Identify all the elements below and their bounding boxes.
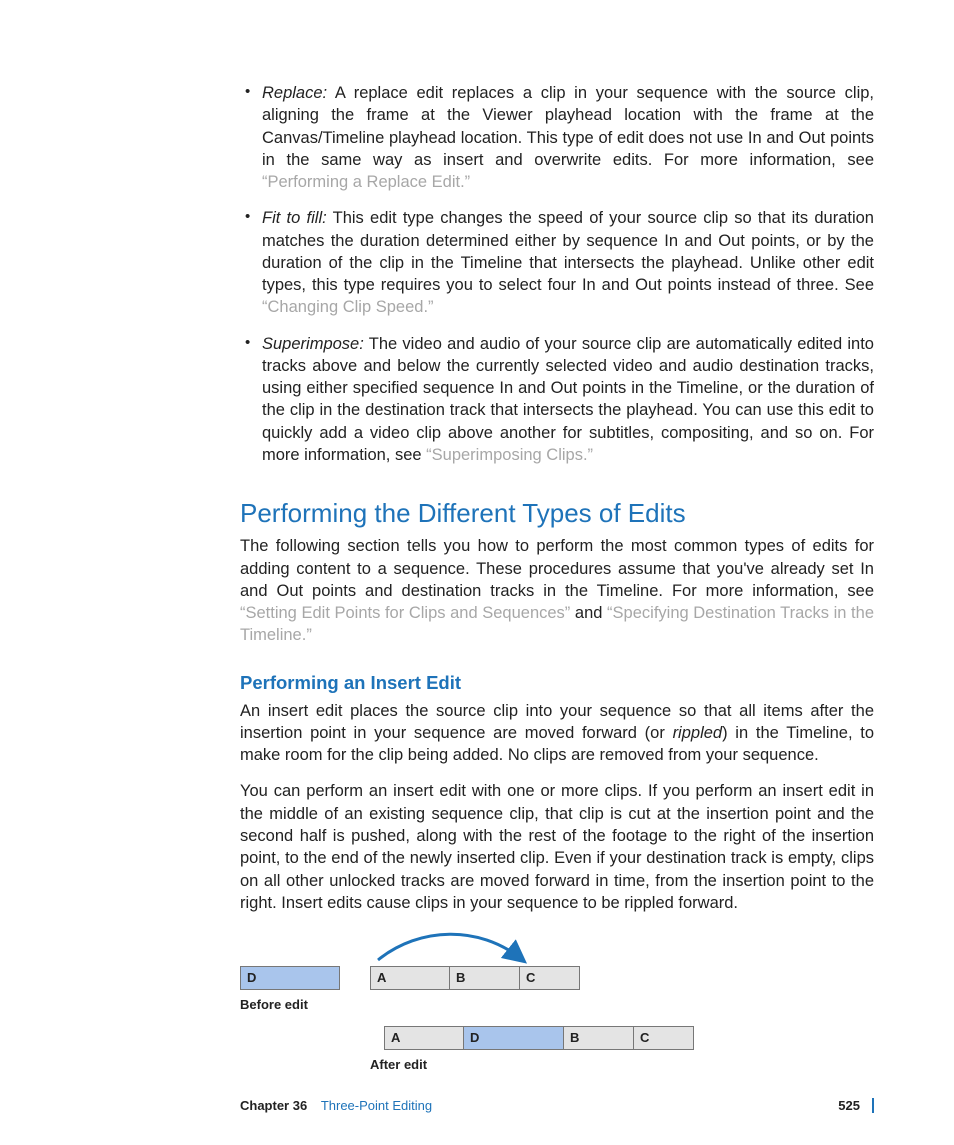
term-fit-to-fill: Fit to fill:: [262, 209, 327, 227]
edit-types-list: Replace: A replace edit replaces a clip …: [240, 82, 874, 466]
sequence-after: A D B C: [384, 1026, 694, 1050]
clip-d: D: [240, 966, 340, 990]
chapter-number: Chapter 36: [240, 1098, 307, 1113]
clip-b: B: [564, 1026, 634, 1050]
insert-paragraph-1: An insert edit places the source clip in…: [240, 700, 874, 767]
term-replace: Replace:: [262, 84, 327, 102]
link-superimposing[interactable]: “Superimposing Clips.”: [426, 446, 593, 464]
list-item: Superimpose: The video and audio of your…: [240, 333, 874, 467]
body-text: and: [570, 604, 607, 622]
section-intro: The following section tells you how to p…: [240, 535, 874, 646]
sequence-before: A B C: [370, 966, 580, 990]
insert-arrow-icon: [370, 930, 630, 966]
body-text: The video and audio of your source clip …: [262, 335, 874, 464]
clip-b: B: [450, 966, 520, 990]
clip-a: A: [384, 1026, 464, 1050]
link-clip-speed[interactable]: “Changing Clip Speed.”: [262, 298, 434, 316]
chapter-name: Three-Point Editing: [321, 1098, 432, 1113]
page-content: Replace: A replace edit replaces a clip …: [240, 82, 874, 1073]
list-item: Replace: A replace edit replaces a clip …: [240, 82, 874, 193]
emphasis-rippled: rippled: [673, 724, 723, 742]
insert-paragraph-2: You can perform an insert edit with one …: [240, 780, 874, 914]
body-text: The following section tells you how to p…: [240, 537, 874, 600]
clip-c: C: [634, 1026, 694, 1050]
arrow-wrap: [370, 930, 630, 966]
list-item: Fit to fill: This edit type changes the …: [240, 207, 874, 318]
page-number: 525: [838, 1098, 860, 1113]
section-heading: Performing the Different Types of Edits: [240, 496, 874, 531]
clip-c: C: [520, 966, 580, 990]
caption-after: After edit: [370, 1056, 700, 1074]
clip-d: D: [464, 1026, 564, 1050]
body-text: This edit type changes the speed of your…: [262, 209, 874, 294]
page-footer: Chapter 36 Three-Point Editing 525: [240, 1098, 874, 1113]
footer-left: Chapter 36 Three-Point Editing: [240, 1098, 432, 1113]
subsection-heading: Performing an Insert Edit: [240, 671, 874, 696]
insert-edit-diagram: D A B C Before edit A D B C After edit: [240, 930, 700, 1073]
term-superimpose: Superimpose:: [262, 335, 364, 353]
caption-before: Before edit: [240, 996, 700, 1014]
diagram-row-after: A D B C: [240, 1026, 700, 1050]
link-replace-edit[interactable]: “Performing a Replace Edit.”: [262, 173, 470, 191]
clip-d-source: D: [240, 966, 340, 990]
link-setting-edit-points[interactable]: “Setting Edit Points for Clips and Seque…: [240, 604, 570, 622]
body-text: A replace edit replaces a clip in your s…: [262, 84, 874, 169]
clip-a: A: [370, 966, 450, 990]
diagram-row-before: D A B C: [240, 966, 700, 990]
